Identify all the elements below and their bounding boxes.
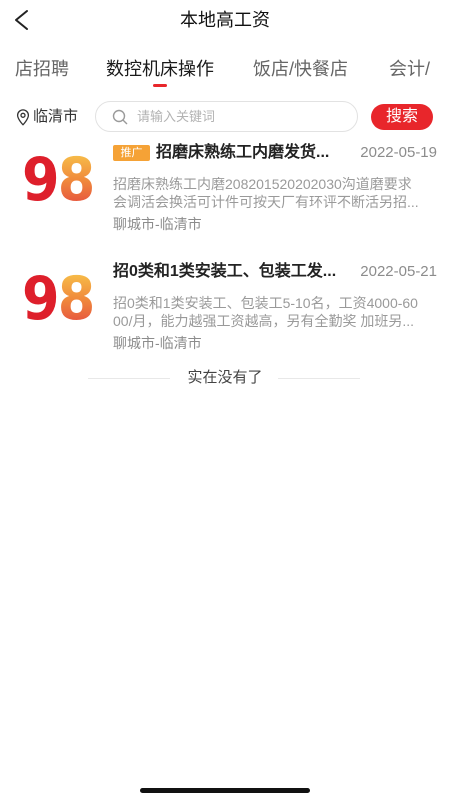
city-selector[interactable]: 临清市 (16, 105, 78, 129)
job-title: 招0类和1类安装工、包装工发... (113, 263, 337, 280)
end-divider-right (278, 378, 360, 379)
job-location: 聊城市-临清市 (113, 335, 202, 351)
tab-label: 会计/ (389, 59, 431, 79)
tab-label: 店招聘 (15, 59, 69, 79)
tab-accounting[interactable]: 会计/ (389, 57, 430, 91)
job-description-line: 招0类和1类安装工、包装工5-10名，工资4000-60 (113, 295, 418, 311)
category-tabs: 店招聘 数控机床操作 饭店/快餐店 会计/ (0, 52, 450, 92)
city-label: 临清市 (33, 108, 79, 125)
company-logo-left-digit: 9 (22, 150, 60, 210)
tab-restaurant-hiring[interactable]: 店招聘 (15, 57, 69, 91)
job-list-item[interactable]: 9 8 招0类和1类安装工、包装工发... 2022-05-21 招0类和1类安… (0, 260, 450, 379)
company-logo: 9 8 (22, 150, 100, 210)
page-title: 本地高工资 (180, 10, 270, 30)
job-title-row: 推广 招磨床熟练工内磨发货... 2022-05-19 (113, 143, 437, 163)
tab-cnc-machine-operation[interactable]: 数控机床操作 (106, 57, 214, 91)
job-description: 招0类和1类安装工、包装工5-10名，工资4000-60 00/月，能力越强工资… (113, 294, 439, 330)
search-icon-handle (122, 119, 128, 125)
company-logo-left-digit: 9 (22, 269, 60, 329)
search-input[interactable] (137, 102, 347, 131)
end-of-list-text: 实在没有了 (187, 369, 263, 386)
job-title-row: 招0类和1类安装工、包装工发... 2022-05-21 (113, 262, 437, 282)
job-list-item[interactable]: 9 8 推广 招磨床熟练工内磨发货... 2022-05-19 招磨床熟练工内磨… (0, 141, 450, 260)
tab-active-indicator (153, 84, 167, 87)
app-screen: 本地高工资 店招聘 数控机床操作 饭店/快餐店 会计/ 临清市 请输入关键词 搜… (0, 0, 450, 800)
job-location: 聊城市-临清市 (113, 216, 202, 232)
job-description-line: 会调活会换活可计件可按天厂有环评不断活另招... (113, 194, 419, 210)
tab-label: 数控机床操作 (106, 59, 214, 79)
search-button[interactable]: 搜索 (371, 104, 433, 130)
chevron-left-icon (15, 10, 28, 30)
company-logo-lettering: 9 8 (22, 269, 95, 329)
job-title: 招磨床熟练工内磨发货... (156, 144, 330, 161)
company-logo-right-digit: 8 (57, 269, 96, 329)
chevron-left-icon-stroke (15, 10, 28, 30)
promoted-badge: 推广 (113, 145, 150, 161)
job-description: 招磨床熟练工内磨208201520202030沟道磨要求 会调活会换活可计件可按… (113, 175, 439, 211)
post-date: 2022-05-21 (360, 263, 437, 280)
location-pin-icon (16, 108, 30, 125)
tab-restaurant-fastfood[interactable]: 饭店/快餐店 (253, 57, 348, 91)
company-logo-right-digit: 8 (57, 150, 96, 210)
search-icon (112, 109, 128, 125)
home-indicator[interactable] (140, 788, 310, 793)
job-description-line: 招磨床熟练工内磨208201520202030沟道磨要求 (113, 176, 412, 192)
post-date: 2022-05-19 (360, 144, 437, 161)
back-button[interactable] (10, 5, 36, 35)
company-logo-lettering: 9 8 (22, 150, 95, 210)
location-pin-icon-dot (20, 112, 26, 118)
tab-label: 饭店/快餐店 (253, 59, 349, 79)
company-logo: 9 8 (22, 269, 100, 329)
end-of-list-marker: 实在没有了 (0, 368, 450, 388)
job-description-line: 00/月，能力越强工资越高，另有全勤奖 加班另... (113, 313, 415, 329)
search-box[interactable] (95, 101, 358, 132)
